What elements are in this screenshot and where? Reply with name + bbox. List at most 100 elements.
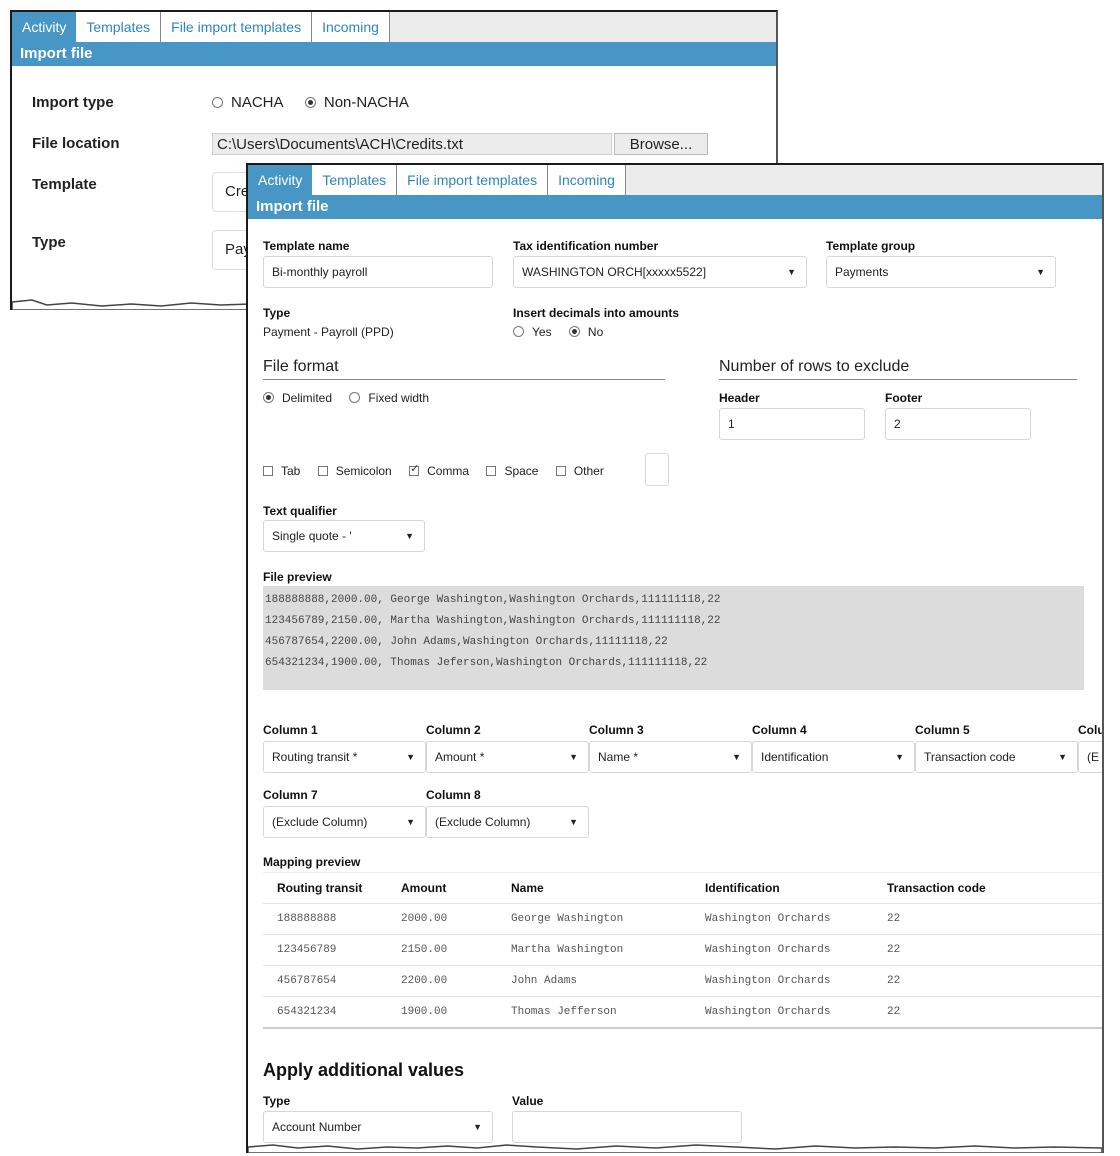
- column-label: Column 4: [752, 723, 807, 737]
- column-value: Routing transit *: [272, 750, 358, 764]
- column-value: Name *: [598, 750, 639, 764]
- tab-bar: Activity Templates File import templates…: [248, 165, 1102, 195]
- column-label: Column 1: [263, 723, 318, 737]
- table-cell: 654321234: [263, 996, 401, 1029]
- text-qualifier-value: Single quote - ': [272, 529, 352, 543]
- dropdown-arrow-icon: ▼: [1058, 752, 1067, 762]
- file-format-heading: File format: [263, 358, 339, 375]
- radio-yes[interactable]: Yes: [513, 325, 552, 339]
- checkbox-comma[interactable]: Comma: [409, 462, 469, 478]
- column-3: Column 3 Name * ▼: [589, 723, 752, 773]
- dropdown-arrow-icon: ▼: [406, 817, 415, 827]
- column-8: Column 8 (Exclude Column) ▼: [426, 788, 589, 838]
- checkbox-icon: [555, 465, 566, 476]
- column-2-select[interactable]: Amount * ▼: [426, 741, 589, 773]
- column-label: Colu: [1078, 723, 1104, 737]
- footer-rows-input[interactable]: 2: [885, 408, 1031, 440]
- dropdown-arrow-icon: ▼: [406, 752, 415, 762]
- radio-icon: [513, 326, 524, 338]
- dropdown-arrow-icon: ▼: [1036, 267, 1045, 277]
- additional-value-label: Value: [512, 1094, 544, 1108]
- column-3-select[interactable]: Name * ▼: [589, 741, 752, 773]
- insert-decimals-label: Insert decimals into amounts: [513, 306, 680, 320]
- table-row: 188888888 2000.00 George Washington Wash…: [263, 903, 1102, 935]
- column-label: Column 2: [426, 723, 481, 737]
- other-delimiter-input[interactable]: [645, 453, 669, 486]
- checkbox-icon: [486, 465, 497, 476]
- file-location-input[interactable]: C:\Users\Documents\ACH\Credits.txt: [212, 133, 612, 155]
- table-cell: 2150.00: [401, 934, 511, 966]
- tab-templates[interactable]: Templates: [312, 165, 398, 195]
- radio-fixed-width[interactable]: Fixed width: [349, 391, 429, 405]
- table-row: 456787654 2200.00 John Adams Washington …: [263, 965, 1102, 997]
- radio-no[interactable]: No: [568, 325, 603, 339]
- checkbox-icon: [317, 465, 328, 476]
- section-title: Import file: [12, 42, 776, 66]
- preview-line: 188888888,2000.00, George Washington,Was…: [265, 594, 721, 606]
- import-file-window-front: Activity Templates File import templates…: [246, 163, 1104, 1153]
- tab-activity[interactable]: Activity: [248, 165, 313, 195]
- checkbox-other[interactable]: Other: [555, 464, 604, 478]
- column-label: Column 8: [426, 788, 481, 802]
- tab-incoming[interactable]: Incoming: [548, 165, 626, 195]
- footer-label: Footer: [885, 391, 923, 405]
- table-row: 654321234 1900.00 Thomas Jefferson Washi…: [263, 996, 1102, 1029]
- radio-nacha[interactable]: NACHA: [212, 94, 283, 111]
- template-name-input[interactable]: Bi-monthly payroll: [263, 256, 493, 288]
- column-7-select[interactable]: (Exclude Column) ▼: [263, 806, 426, 838]
- tab-file-import-templates[interactable]: File import templates: [161, 12, 313, 42]
- column-value: Transaction code: [924, 750, 1016, 764]
- radio-selected-icon: [304, 96, 316, 108]
- checkbox-space[interactable]: Space: [486, 464, 538, 478]
- additional-type-value: Account Number: [272, 1120, 362, 1134]
- column-5-select[interactable]: Transaction code ▼: [915, 741, 1078, 773]
- template-group-select[interactable]: Payments ▼: [826, 256, 1056, 288]
- table-cell: George Washington: [511, 903, 705, 935]
- tax-id-select[interactable]: WASHINGTON ORCH[xxxxx5522] ▼: [513, 256, 807, 288]
- column-6-select[interactable]: (E: [1078, 741, 1102, 773]
- column-1-select[interactable]: Routing transit * ▼: [263, 741, 426, 773]
- checkbox-semicolon[interactable]: Semicolon: [317, 464, 392, 478]
- table-cell: 2200.00: [401, 965, 511, 997]
- dropdown-arrow-icon: ▼: [569, 817, 578, 827]
- checkbox-tab[interactable]: Tab: [263, 464, 300, 478]
- template-name-label: Template name: [263, 239, 350, 253]
- column-header: Identification: [705, 872, 887, 904]
- tab-activity[interactable]: Activity: [12, 12, 77, 42]
- column-6: Colu (E: [1078, 723, 1104, 773]
- browse-button[interactable]: Browse...: [614, 133, 708, 155]
- tab-bar: Activity Templates File import templates…: [12, 12, 776, 42]
- table-row: 123456789 2150.00 Martha Washington Wash…: [263, 934, 1102, 966]
- tax-id-value: WASHINGTON ORCH[xxxxx5522]: [522, 265, 707, 279]
- column-7: Column 7 (Exclude Column) ▼: [263, 788, 426, 838]
- column-header: Routing transit: [263, 872, 401, 904]
- table-cell: 1900.00: [401, 996, 511, 1029]
- tab-file-import-templates[interactable]: File import templates: [397, 165, 549, 195]
- tax-id-label: Tax identification number: [513, 239, 659, 253]
- radio-non-nacha[interactable]: Non-NACHA: [304, 94, 409, 111]
- preview-line: 456787654,2200.00, John Adams,Washington…: [265, 636, 668, 648]
- template-group-value: Payments: [835, 265, 889, 279]
- section-title: Import file: [248, 195, 1102, 219]
- checkbox-icon: [263, 465, 273, 476]
- dropdown-arrow-icon: ▼: [473, 1122, 482, 1132]
- radio-selected-icon: [568, 326, 580, 338]
- column-value: Amount *: [435, 750, 485, 764]
- dropdown-arrow-icon: ▼: [569, 752, 578, 762]
- column-header: Transaction code: [887, 872, 1102, 904]
- tab-bar-fill: [625, 165, 1102, 195]
- header-rows-input[interactable]: 1: [719, 408, 865, 440]
- torn-edge: [248, 1139, 1102, 1153]
- table-cell: 456787654: [263, 965, 401, 997]
- text-qualifier-label: Text qualifier: [263, 504, 337, 518]
- apply-additional-values-heading: Apply additional values: [263, 1060, 465, 1080]
- radio-delimited[interactable]: Delimited: [263, 391, 332, 405]
- tab-templates[interactable]: Templates: [76, 12, 162, 42]
- column-4-select[interactable]: Identification ▼: [752, 741, 915, 773]
- tab-incoming[interactable]: Incoming: [312, 12, 390, 42]
- column-value: (E: [1087, 750, 1099, 764]
- import-type-radio-group: NACHA Non-NACHA: [212, 94, 409, 111]
- file-preview-box: 188888888,2000.00, George Washington,Was…: [263, 586, 1084, 690]
- column-8-select[interactable]: (Exclude Column) ▼: [426, 806, 589, 838]
- text-qualifier-select[interactable]: Single quote - ' ▼: [263, 520, 425, 552]
